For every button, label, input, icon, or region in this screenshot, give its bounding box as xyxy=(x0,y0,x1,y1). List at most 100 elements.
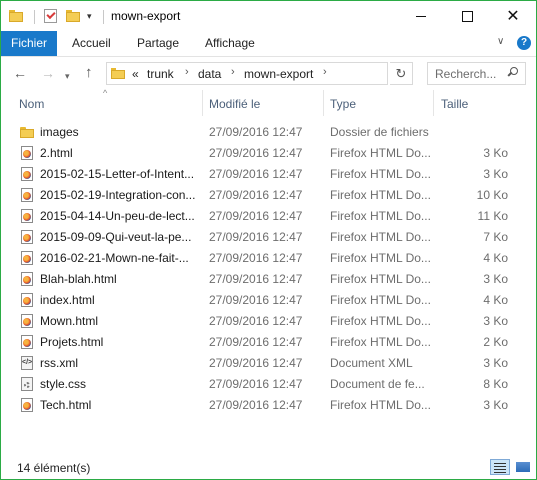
breadcrumb-separator-icon[interactable]: › xyxy=(231,66,235,78)
title-bar[interactable]: ▾ mown-export ✕ xyxy=(1,1,536,31)
firefox-html-file-icon xyxy=(21,272,33,286)
file-modified: 27/09/2016 12:47 xyxy=(209,314,303,328)
tab-home[interactable]: Accueil xyxy=(72,31,111,56)
file-name: Blah-blah.html xyxy=(40,272,117,286)
file-type: Firefox HTML Do... xyxy=(330,209,431,223)
breadcrumb-data[interactable]: data xyxy=(198,67,221,81)
column-modified[interactable]: Modifié le xyxy=(209,97,260,111)
title-separator xyxy=(34,10,35,24)
column-divider[interactable] xyxy=(323,90,324,116)
file-type: Firefox HTML Do... xyxy=(330,314,431,328)
column-divider[interactable] xyxy=(202,90,203,116)
breadcrumb-mown-export[interactable]: mown-export xyxy=(244,67,313,81)
file-modified: 27/09/2016 12:47 xyxy=(209,125,303,139)
file-name: 2015-02-15-Letter-of-Intent... xyxy=(40,167,195,181)
tab-share[interactable]: Partage xyxy=(137,31,179,56)
file-row[interactable]: 2.html 27/09/2016 12:47 Firefox HTML Do...… xyxy=(1,143,536,164)
breadcrumb-separator-icon[interactable]: › xyxy=(185,66,189,78)
file-name: 2015-02-19-Integration-con... xyxy=(40,188,196,202)
firefox-html-file-icon xyxy=(21,293,33,307)
file-row[interactable]: 2015-09-09-Qui-veut-la-pe... 27/09/2016 1… xyxy=(1,227,536,248)
window-title: mown-export xyxy=(111,9,181,23)
tab-file[interactable]: Fichier xyxy=(1,31,57,56)
breadcrumb-separator-icon[interactable]: › xyxy=(323,66,327,78)
file-name: 2015-09-09-Qui-veut-la-pe... xyxy=(40,230,192,244)
large-icons-view-icon[interactable] xyxy=(513,459,533,475)
close-icon: ✕ xyxy=(506,6,520,25)
details-view-icon[interactable] xyxy=(490,459,510,475)
ribbon-tabs: Fichier Accueil Partage Affichage ∨ ? xyxy=(1,31,536,57)
file-type: Firefox HTML Do... xyxy=(330,146,431,160)
file-modified: 27/09/2016 12:47 xyxy=(209,335,303,349)
file-type: Firefox HTML Do... xyxy=(330,398,431,412)
file-modified: 27/09/2016 12:47 xyxy=(209,167,303,181)
column-divider[interactable] xyxy=(433,90,434,116)
firefox-html-file-icon xyxy=(21,209,33,223)
column-name[interactable]: Nom xyxy=(19,97,44,111)
file-list: images 27/09/2016 12:47 Dossier de fichier… xyxy=(1,122,536,416)
file-modified: 27/09/2016 12:47 xyxy=(209,272,303,286)
file-size: 3 Ko xyxy=(483,272,508,286)
file-size: 3 Ko xyxy=(483,167,508,181)
help-icon[interactable]: ? xyxy=(517,36,531,50)
file-type: Dossier de fichiers xyxy=(330,125,429,139)
file-row[interactable]: Tech.html 27/09/2016 12:47 Firefox HTML Do… xyxy=(1,395,536,416)
explorer-window: ▾ mown-export ✕ Fichier Accueil Partage … xyxy=(0,0,537,480)
file-modified: 27/09/2016 12:47 xyxy=(209,398,303,412)
search-input[interactable]: Recherch... xyxy=(427,62,526,85)
file-name: Tech.html xyxy=(40,398,92,412)
file-name: 2015-04-14-Un-peu-de-lect... xyxy=(40,209,195,223)
file-row[interactable]: Projets.html 27/09/2016 12:47 Firefox HTML… xyxy=(1,332,536,353)
column-type[interactable]: Type xyxy=(330,97,356,111)
file-row[interactable]: images 27/09/2016 12:47 Dossier de fichier… xyxy=(1,122,536,143)
file-modified: 27/09/2016 12:47 xyxy=(209,146,303,160)
file-name: Projets.html xyxy=(40,335,104,349)
file-name: rss.xml xyxy=(40,356,78,370)
breadcrumb-trunk[interactable]: trunk xyxy=(147,67,174,81)
recent-locations-icon[interactable]: ▾ xyxy=(65,68,70,84)
column-headers: Nom Modifié le Type Taille xyxy=(1,90,536,116)
file-modified: 27/09/2016 12:47 xyxy=(209,209,303,223)
search-icon xyxy=(507,67,518,77)
file-name: index.html xyxy=(40,293,95,307)
firefox-html-file-icon xyxy=(21,398,33,412)
minimize-button[interactable] xyxy=(398,1,444,31)
file-size: 8 Ko xyxy=(483,377,508,391)
back-arrow-icon[interactable]: ← xyxy=(13,65,27,81)
file-size: 11 Ko xyxy=(477,209,508,223)
file-name: 2016-02-21-Mown-ne-fait-... xyxy=(40,251,189,265)
file-row[interactable]: index.html 27/09/2016 12:47 Firefox HTML D… xyxy=(1,290,536,311)
folder-icon[interactable] xyxy=(9,10,23,22)
maximize-button[interactable] xyxy=(444,1,490,31)
file-type: Firefox HTML Do... xyxy=(330,251,431,265)
file-row[interactable]: </> rss.xml 27/09/2016 12:47 Document XML 3 … xyxy=(1,353,536,374)
xml-file-icon: </> xyxy=(21,356,33,370)
file-size: 2 Ko xyxy=(483,335,508,349)
column-size[interactable]: Taille xyxy=(441,97,468,111)
navigation-bar: ← → ▾ ↑ « trunk › data › mown-export › ↻… xyxy=(1,57,536,90)
file-row[interactable]: 2015-02-19-Integration-con... 27/09/2016 … xyxy=(1,185,536,206)
firefox-html-file-icon xyxy=(21,251,33,265)
address-bar[interactable]: « trunk › data › mown-export › xyxy=(106,62,388,85)
close-button[interactable]: ✕ xyxy=(490,1,536,31)
file-name: images xyxy=(40,125,79,139)
file-row[interactable]: 2015-02-15-Letter-of-Intent... 27/09/2016… xyxy=(1,164,536,185)
file-row[interactable]: Blah-blah.html 27/09/2016 12:47 Firefox HT… xyxy=(1,269,536,290)
refresh-button[interactable]: ↻ xyxy=(390,62,413,85)
file-row[interactable]: 2015-04-14-Un-peu-de-lect... 27/09/2016 1… xyxy=(1,206,536,227)
file-size: 4 Ko xyxy=(483,251,508,265)
file-row[interactable]: style.css 27/09/2016 12:47 Document de fe.… xyxy=(1,374,536,395)
customize-quick-access-icon[interactable]: ▾ xyxy=(87,11,95,21)
file-row[interactable]: 2016-02-21-Mown-ne-fait-... 27/09/2016 12… xyxy=(1,248,536,269)
expand-ribbon-icon[interactable]: ∨ xyxy=(497,36,504,47)
file-size: 7 Ko xyxy=(483,230,508,244)
tab-view[interactable]: Affichage xyxy=(205,31,255,56)
new-folder-icon[interactable] xyxy=(66,10,80,22)
file-row[interactable]: Mown.html 27/09/2016 12:47 Firefox HTML Do… xyxy=(1,311,536,332)
forward-arrow-icon[interactable]: → xyxy=(41,65,55,81)
up-arrow-icon[interactable]: ↑ xyxy=(85,65,93,81)
breadcrumb-overflow[interactable]: « xyxy=(132,67,139,81)
properties-icon[interactable] xyxy=(44,9,57,23)
file-size: 3 Ko xyxy=(483,356,508,370)
status-bar: 14 élément(s) xyxy=(1,456,536,479)
